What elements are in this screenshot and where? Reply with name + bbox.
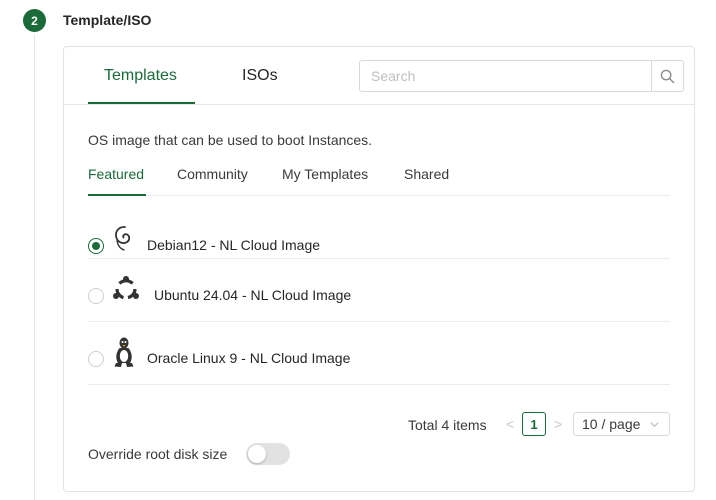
radio-button[interactable] (88, 351, 104, 367)
tab-templates[interactable]: Templates (104, 67, 177, 85)
tab-featured[interactable]: Featured (88, 166, 144, 182)
tab-my-templates[interactable]: My Templates (282, 166, 368, 182)
pagination-prev-button[interactable]: < (506, 416, 514, 432)
template-name: Oracle Linux 9 - NL Cloud Image (147, 350, 351, 366)
card-header: Templates ISOs (64, 47, 694, 105)
tab-shared[interactable]: Shared (404, 166, 449, 182)
pagination-next-button[interactable]: > (554, 416, 562, 432)
tab-isos[interactable]: ISOs (242, 67, 278, 85)
pagination-total: Total 4 items (408, 417, 487, 433)
override-root-disk-label: Override root disk size (88, 446, 228, 462)
toggle-knob (248, 445, 266, 463)
list-item[interactable]: Oracle Linux 9 - NL Cloud Image (88, 322, 670, 385)
template-category-tabs: Featured Community My Templates Shared (88, 159, 670, 196)
step-connector-line (34, 34, 35, 500)
page-size-value: 10 / page (582, 416, 641, 432)
search-input[interactable] (360, 61, 651, 91)
ubuntu-icon (113, 276, 139, 300)
debian-icon (115, 226, 131, 251)
tab-community[interactable]: Community (177, 166, 248, 182)
search-button[interactable] (651, 61, 683, 91)
list-item[interactable]: Debian12 - NL Cloud Image (88, 196, 670, 259)
radio-button[interactable] (88, 238, 104, 254)
list-item[interactable]: Ubuntu 24.04 - NL Cloud Image (88, 259, 670, 322)
pagination-current-page[interactable]: 1 (522, 412, 546, 436)
template-list: Debian12 - NL Cloud Image Ubuntu 24.04 -… (88, 196, 670, 385)
chevron-down-icon (650, 422, 659, 428)
linux-tux-icon (114, 337, 134, 367)
override-root-disk-toggle[interactable] (246, 443, 290, 465)
radio-button[interactable] (88, 288, 104, 304)
template-name: Ubuntu 24.04 - NL Cloud Image (154, 287, 352, 303)
search-icon (660, 69, 675, 83)
template-name: Debian12 - NL Cloud Image (147, 237, 321, 253)
template-description: OS image that can be used to boot Instan… (88, 132, 373, 148)
step-number-badge: 2 (23, 9, 46, 32)
search-box (359, 60, 684, 92)
active-tab-indicator (88, 102, 195, 104)
step-title: Template/ISO (63, 12, 152, 28)
page-size-select[interactable]: 10 / page (573, 412, 670, 436)
template-iso-card: Templates ISOs OS image that can be used… (63, 46, 695, 492)
